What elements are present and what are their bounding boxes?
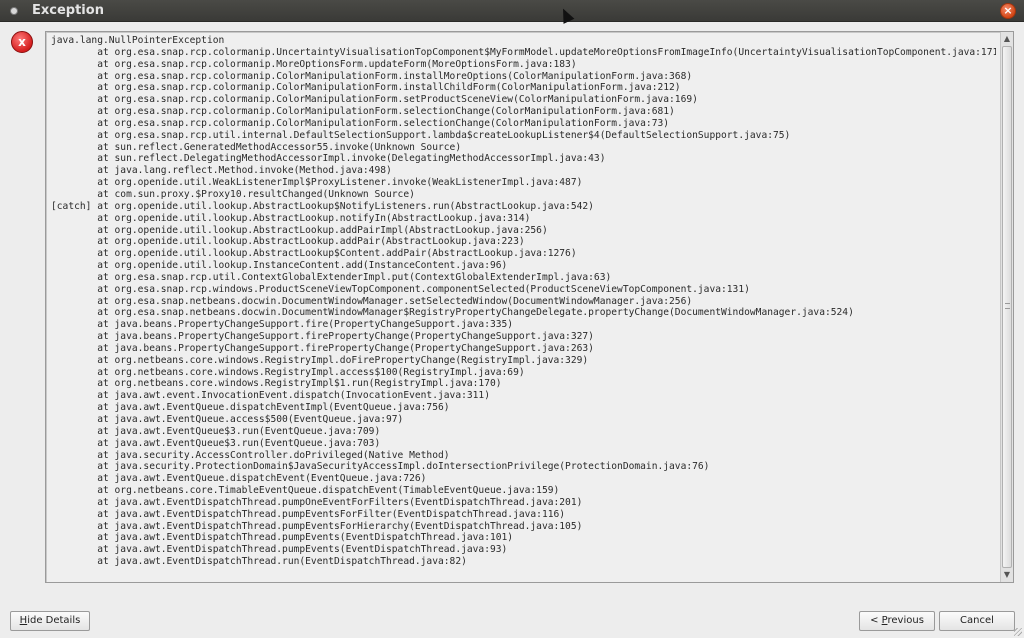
trace-line: at java.beans.PropertyChangeSupport.fire… bbox=[51, 319, 514, 331]
vertical-scrollbar[interactable]: ▲ ▼ bbox=[1000, 32, 1013, 582]
error-icon: x bbox=[11, 31, 33, 53]
trace-line: at org.netbeans.core.windows.RegistryImp… bbox=[51, 378, 502, 390]
trace-line: at org.esa.snap.netbeans.docwin.Document… bbox=[51, 295, 693, 307]
trace-line: at org.esa.snap.rcp.util.ContextGlobalEx… bbox=[51, 271, 612, 283]
cancel-button[interactable]: Cancel bbox=[939, 611, 1015, 631]
window-title: Exception bbox=[32, 3, 104, 18]
trace-line: at com.sun.proxy.$Proxy10.resultChanged(… bbox=[51, 188, 415, 200]
trace-line: at java.awt.EventQueue.access$500(EventQ… bbox=[51, 414, 404, 425]
title-bar: Exception × bbox=[0, 0, 1024, 22]
hide-details-button[interactable]: Hide Details bbox=[10, 611, 90, 631]
trace-line: at org.esa.snap.rcp.colormanip.ColorMani… bbox=[51, 70, 693, 82]
trace-line: at org.openide.util.lookup.InstanceConte… bbox=[51, 260, 508, 272]
scroll-down-arrow-icon[interactable]: ▼ bbox=[1001, 569, 1013, 581]
trace-line: java.lang.NullPointerException bbox=[51, 35, 225, 46]
scroll-up-arrow-icon[interactable]: ▲ bbox=[1001, 33, 1013, 45]
trace-line: at org.openide.util.lookup.AbstractLooku… bbox=[51, 236, 525, 248]
trace-line: at java.security.ProtectionDomain$JavaSe… bbox=[51, 461, 710, 473]
hide-details-label: ide Details bbox=[27, 615, 81, 626]
trace-line: at java.awt.EventDispatchThread.pumpOneE… bbox=[51, 496, 583, 508]
trace-line: at org.esa.snap.rcp.colormanip.Uncertain… bbox=[51, 46, 996, 58]
trace-line: at org.esa.snap.rcp.colormanip.ColorMani… bbox=[51, 82, 681, 94]
trace-line: at java.awt.EventQueue$3.run(EventQueue.… bbox=[51, 437, 381, 449]
trace-line: at java.awt.EventDispatchThread.pumpEven… bbox=[51, 544, 508, 556]
scroll-thumb[interactable] bbox=[1002, 46, 1012, 568]
trace-line: at java.awt.EventDispatchThread.pumpEven… bbox=[51, 532, 514, 544]
trace-line: at org.openide.util.lookup.AbstractLooku… bbox=[51, 248, 577, 260]
trace-line: at java.awt.EventDispatchThread.pumpEven… bbox=[51, 508, 566, 520]
trace-line: at org.esa.snap.rcp.colormanip.ColorMani… bbox=[51, 117, 670, 129]
trace-line: at java.awt.EventQueue.dispatchEvent(Eve… bbox=[51, 473, 427, 485]
close-icon[interactable]: × bbox=[1000, 3, 1016, 19]
trace-line: at java.awt.EventDispatchThread.pumpEven… bbox=[51, 520, 583, 532]
stack-trace-panel[interactable]: java.lang.NullPointerException at org.es… bbox=[45, 31, 1014, 583]
trace-line: at org.openide.util.WeakListenerImpl$Pro… bbox=[51, 177, 583, 189]
trace-line: at java.lang.reflect.Method.invoke(Metho… bbox=[51, 165, 392, 177]
trace-line: at org.openide.util.lookup.AbstractLooku… bbox=[51, 212, 531, 224]
trace-line: at sun.reflect.GeneratedMethodAccessor55… bbox=[51, 141, 462, 153]
trace-line: at java.awt.event.InvocationEvent.dispat… bbox=[51, 390, 490, 402]
trace-line: at org.esa.snap.netbeans.docwin.Document… bbox=[51, 307, 854, 319]
trace-line: at org.esa.snap.rcp.util.internal.Defaul… bbox=[51, 129, 791, 141]
trace-line: at java.awt.EventDispatchThread.run(Even… bbox=[51, 556, 467, 568]
scroll-grip-icon bbox=[1005, 303, 1010, 309]
trace-line: at java.awt.EventQueue.dispatchEventImpl… bbox=[51, 402, 450, 414]
resize-grip-icon[interactable] bbox=[1014, 628, 1022, 636]
trace-line: at java.security.AccessController.doPriv… bbox=[51, 449, 450, 461]
trace-line: [catch] at org.openide.util.lookup.Abstr… bbox=[51, 200, 594, 212]
stack-trace-text[interactable]: java.lang.NullPointerException at org.es… bbox=[51, 35, 996, 579]
trace-line: at org.esa.snap.rcp.windows.ProductScene… bbox=[51, 283, 750, 295]
trace-line: at org.openide.util.lookup.AbstractLooku… bbox=[51, 224, 548, 236]
trace-line: at java.awt.EventQueue$3.run(EventQueue.… bbox=[51, 425, 381, 437]
trace-line: at sun.reflect.DelegatingMethodAccessorI… bbox=[51, 153, 606, 165]
trace-line: at org.netbeans.core.TimableEventQueue.d… bbox=[51, 485, 560, 497]
trace-line: at org.esa.snap.rcp.colormanip.ColorMani… bbox=[51, 106, 675, 118]
trace-line: at java.beans.PropertyChangeSupport.fire… bbox=[51, 342, 594, 354]
window-menu-icon[interactable] bbox=[10, 7, 18, 15]
previous-label-start: < bbox=[870, 615, 882, 626]
trace-line: at java.beans.PropertyChangeSupport.fire… bbox=[51, 331, 594, 343]
trace-line: at org.netbeans.core.windows.RegistryImp… bbox=[51, 354, 589, 366]
trace-line: at org.esa.snap.rcp.colormanip.MoreOptio… bbox=[51, 58, 577, 70]
trace-line: at org.netbeans.core.windows.RegistryImp… bbox=[51, 366, 525, 378]
trace-line: at org.esa.snap.rcp.colormanip.ColorMani… bbox=[51, 94, 698, 106]
previous-label-end: revious bbox=[887, 615, 924, 626]
previous-button[interactable]: < Previous bbox=[859, 611, 935, 631]
